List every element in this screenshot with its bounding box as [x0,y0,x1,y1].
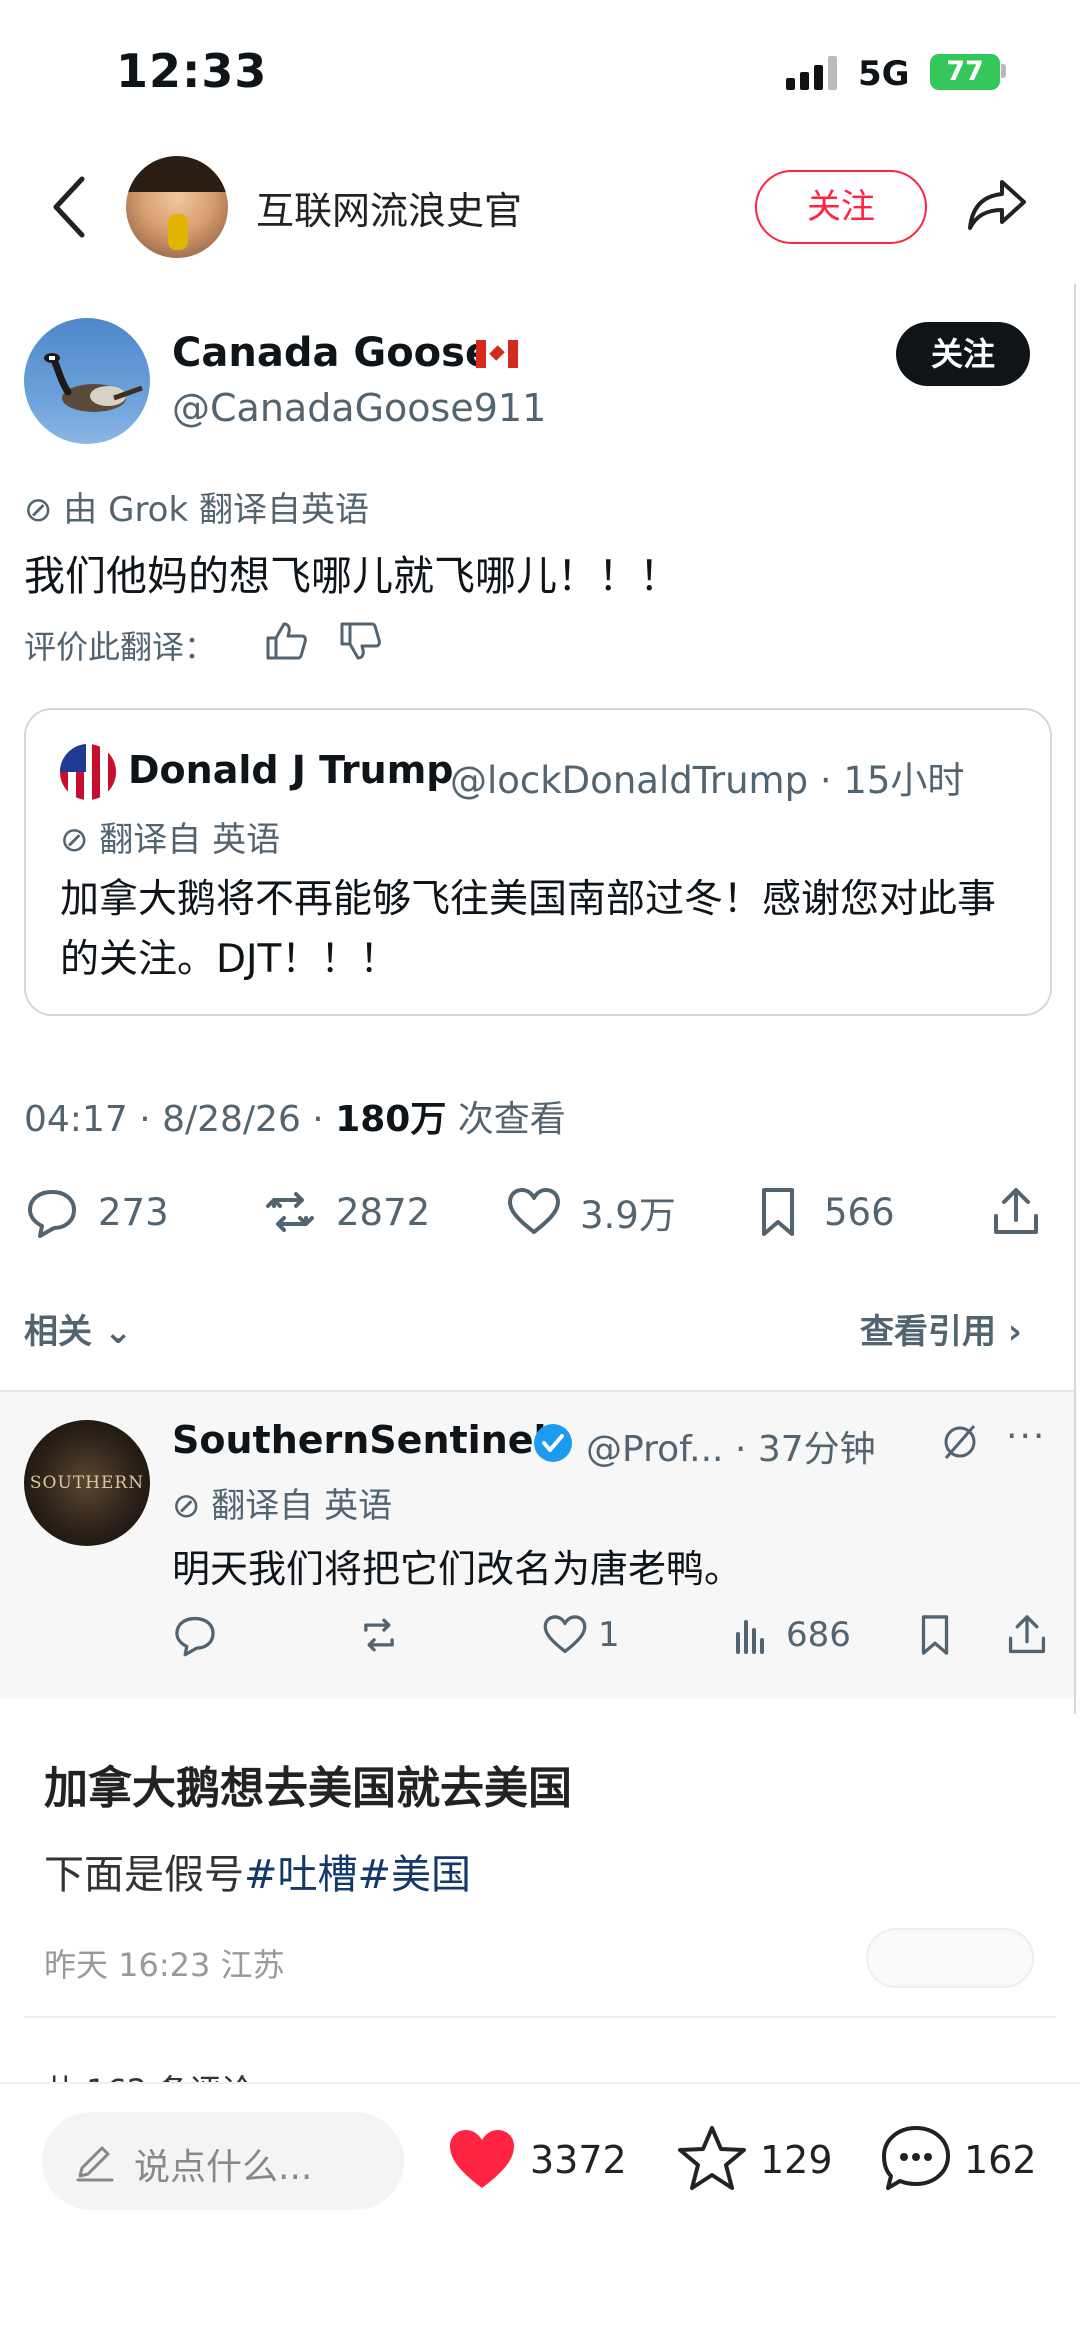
thumbs-up-icon [266,622,307,660]
like-count: 3372 [530,2138,627,2182]
bookmark-icon [762,1188,794,1236]
post-date-location: 昨天 16:23 江苏 [44,1946,285,1984]
pencil-icon [76,2146,114,2182]
canada-goose-avatar [24,318,150,444]
tweet-follow-button: 关注 [896,322,1030,386]
reply-bookmark [912,1610,958,1660]
canada-flag-icon [476,340,518,368]
tweet-views: 180万 [335,1099,447,1140]
follow-button[interactable]: 关注 [755,170,927,244]
upload-share-icon [994,1188,1038,1234]
reply-stat: 273 [24,1182,169,1242]
reply-retweet-stat [356,1610,402,1660]
reply-translation-note: ⊘ 翻译自 英语 [172,1478,392,1527]
back-arrow-icon[interactable] [50,175,90,239]
retweet-stat: 2872 [262,1182,430,1242]
tweet-author-handle: @CanadaGoose911 [172,386,547,430]
like-count: 3.9万 [580,1194,676,1237]
reply-like-count: 1 [598,1615,620,1655]
retweet-icon [266,1192,314,1232]
heart-icon [508,1188,560,1234]
reply-translation-text: 翻译自 英语 [211,1486,393,1526]
tweet-meta: 04:17 · 8/28/26 · 180万 次查看 [24,1090,566,1142]
reply-icon [28,1190,76,1238]
tweet-time-date: 04:17 · 8/28/26 · [24,1099,336,1140]
divider [24,2016,1056,2018]
bookmark-count: 566 [824,1190,895,1234]
battery-icon: 77 [930,54,1000,90]
reply-author-handle: @Prof... · 37分钟 [586,1429,876,1470]
author-avatar[interactable] [126,156,228,258]
comment-count: 162 [964,2138,1037,2182]
views-chart-icon [736,1620,764,1654]
translate-icon: ⊘ [60,820,100,860]
verified-badge-icon [534,1424,572,1462]
related-label: 相关 ⌄ [24,1312,133,1352]
quoted-translation-text: 翻译自 英语 [99,820,281,860]
retweet-count: 2872 [336,1190,431,1234]
rate-translation-label: 评价此翻译： [24,628,217,666]
reply-views-stat: 686 [730,1610,851,1660]
author-name[interactable]: 互联网流浪史官 [256,180,522,235]
quoted-author-name: Donald J Trump [128,748,454,792]
reply-count: 273 [98,1190,169,1234]
tweet-text: 我们他妈的想飞哪儿就飞哪儿！！！ [24,552,680,600]
hashtag-link[interactable]: #吐槽 [244,1852,358,1898]
post-body-text: 下面是假号 [44,1852,244,1898]
tweet-views-label: 次查看 [446,1099,566,1140]
translation-note: ⊘ 由 Grok 翻译自英语 [24,482,369,531]
action-pill[interactable] [866,1928,1034,1988]
reply-author-name: SouthernSentinel [172,1418,547,1462]
upload-share-icon [1008,1615,1046,1654]
screenshot-edge [1074,284,1076,1714]
more-options-icon: ··· [1006,1416,1047,1457]
thumbs-down-icon [340,622,381,660]
translate-icon: ⊘ [24,490,64,530]
post-body: 下面是假号#吐槽#美国 [44,1842,471,1900]
star-icon[interactable] [676,2122,748,2194]
network-label: 5G [858,54,910,94]
like-stat: 3.9万 [506,1182,676,1242]
retweet-icon [364,1618,394,1652]
share-icon[interactable] [966,176,1028,234]
battery-tip [1001,64,1006,78]
quoted-translation-note: ⊘ 翻译自 英语 [60,812,280,861]
bookmark-icon [921,1615,949,1655]
quoted-author-handle: @lockDonaldTrump · 15小时 [450,759,965,802]
southern-sentinel-avatar: SOUTHERN [24,1420,150,1546]
reply-icon [175,1616,215,1657]
bookmark-stat: 566 [750,1182,895,1242]
signal-icon [786,56,844,90]
quoted-tweet-text: 加拿大鹅将不再能够飞往美国南部过冬！感谢您对此事的关注。DJT！！！ [60,877,997,982]
reply-reply-stat [172,1610,218,1660]
reply-views-count: 686 [786,1615,851,1655]
heart-icon [543,1615,587,1654]
trump-avatar [60,744,116,800]
comment-input-placeholder[interactable]: 说点什么... [134,2138,312,2190]
reply-text: 明天我们将把它们改名为唐老鸭。 [172,1547,743,1591]
view-quotes-link: 查看引用 › [860,1312,1022,1352]
collect-count: 129 [760,2138,833,2182]
reply-like-stat: 1 [542,1610,620,1660]
translate-icon: ⊘ [172,1486,212,1526]
tweet-author-name: Canada Goose [172,330,493,376]
status-time: 12:33 [116,44,268,98]
translate-icon [944,1425,976,1459]
reply-share [1004,1610,1050,1660]
translation-note-text: 由 Grok 翻译自英语 [63,490,369,530]
tweet-share [988,1182,1044,1242]
hashtag-link[interactable]: #美国 [358,1852,472,1898]
like-heart-icon[interactable] [446,2126,518,2192]
post-title: 加拿大鹅想去美国就去美国 [44,1763,572,1814]
comment-icon[interactable] [880,2122,952,2194]
